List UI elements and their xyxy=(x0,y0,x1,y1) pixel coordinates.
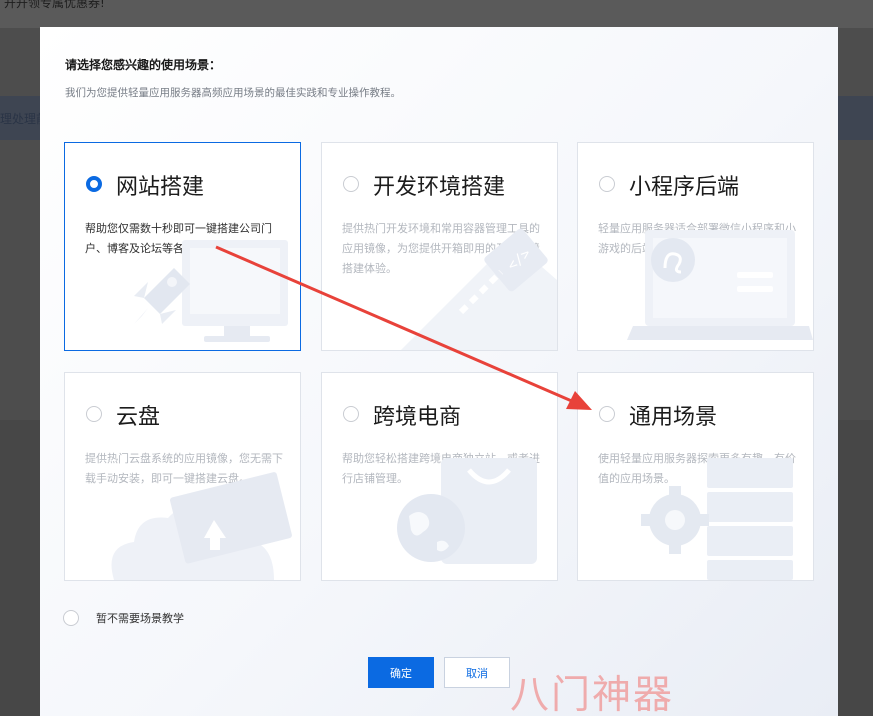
scenario-card-cloud-disk[interactable]: 云盘 提供热门云盘系统的应用镜像，您无需下载手动安装，即可一键搭建云盘。 xyxy=(64,372,301,581)
scenario-card-desc: 提供热门开发环境和常用容器管理工具的应用镜像，为您提供开箱即用的开发环境搭建体验… xyxy=(342,222,540,275)
skip-tutorial-label: 暂不需要场景教学 xyxy=(96,612,184,625)
modal-subtitle: 我们为您提供轻量应用服务器高频应用场景的最佳实践和专业操作教程。 xyxy=(65,87,401,99)
scenario-card-title: 云盘 xyxy=(116,405,161,430)
scenario-card-title: 跨境电商 xyxy=(373,405,462,430)
background-header-text: 开开领专属优惠券! xyxy=(4,0,105,10)
scenario-card-title: 网站搭建 xyxy=(116,175,205,200)
scenario-card-title: 通用场景 xyxy=(629,405,718,430)
scenario-card-website[interactable]: 网站搭建 帮助您仅需数十秒即可一键搭建公司门户、博客及论坛等各类网站。 xyxy=(64,142,301,351)
scenario-card-desc: 使用轻量应用服务器探索更多有趣、有价值的应用场景。 xyxy=(598,452,796,485)
scenario-selection-modal: 请选择您感兴趣的使用场景： 我们为您提供轻量应用服务器高频应用场景的最佳实践和专… xyxy=(40,27,838,716)
radio-cloud-disk[interactable] xyxy=(86,406,102,422)
radio-dev-env[interactable] xyxy=(343,176,359,192)
scenario-card-title: 小程序后端 xyxy=(629,175,740,200)
scenario-card-desc: 提供热门云盘系统的应用镜像，您无需下载手动安装，即可一键搭建云盘。 xyxy=(85,452,283,485)
radio-general[interactable] xyxy=(599,406,615,422)
scenario-card-desc: 轻量应用服务器适合部署微信小程序和小游戏的后端HTTPS服务。 xyxy=(598,222,796,255)
scenario-card-mini-program[interactable]: 小程序后端 轻量应用服务器适合部署微信小程序和小游戏的后端HTTPS服务。 xyxy=(577,142,814,351)
scenario-card-general[interactable]: 通用场景 使用轻量应用服务器探索更多有趣、有价值的应用场景。 xyxy=(577,372,814,581)
modal-title: 请选择您感兴趣的使用场景： xyxy=(65,58,222,72)
skip-tutorial-option[interactable]: 暂不需要场景教学 xyxy=(63,609,184,627)
scenario-card-dev-env[interactable]: 开发环境搭建 提供热门开发环境和常用容器管理工具的应用镜像，为您提供开箱即用的开… xyxy=(321,142,558,351)
scenario-card-title: 开发环境搭建 xyxy=(373,175,506,200)
scenario-card-ecommerce[interactable]: 跨境电商 帮助您轻松搭建跨境电商独立站，或者进行店铺管理。 xyxy=(321,372,558,581)
radio-skip-tutorial[interactable] xyxy=(63,610,79,626)
radio-mini-program[interactable] xyxy=(599,176,615,192)
radio-ecommerce[interactable] xyxy=(343,406,359,422)
background-header: 开开领专属优惠券! xyxy=(0,0,873,28)
radio-website[interactable] xyxy=(86,176,102,192)
scenario-card-desc: 帮助您仅需数十秒即可一键搭建公司门户、博客及论坛等各类网站。 xyxy=(85,222,272,255)
scenario-card-desc: 帮助您轻松搭建跨境电商独立站，或者进行店铺管理。 xyxy=(342,452,540,485)
watermark-text: 八门神器 xyxy=(510,673,675,716)
confirm-button[interactable]: 确定 xyxy=(368,657,434,688)
cancel-button[interactable]: 取消 xyxy=(444,657,510,688)
